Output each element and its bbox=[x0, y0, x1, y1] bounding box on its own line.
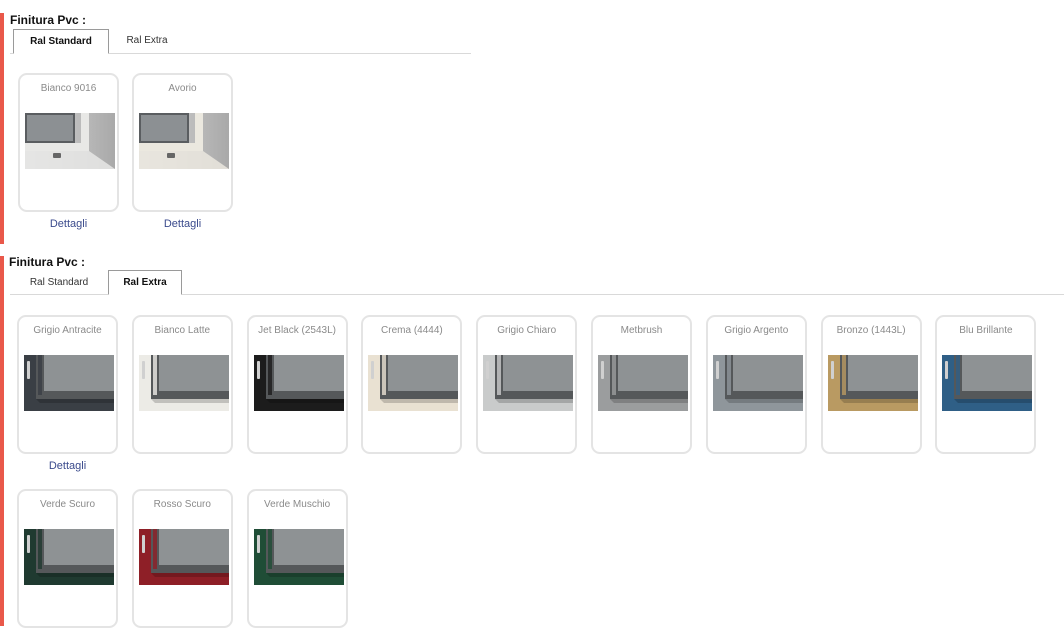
section1-tab-ral-extra[interactable]: Ral Extra bbox=[116, 29, 178, 53]
color-card-name: Verde Muschio bbox=[264, 499, 331, 510]
color-card[interactable]: Verde Muschio bbox=[246, 489, 348, 628]
section1-tab-ral-standard[interactable]: Ral Standard bbox=[13, 29, 109, 54]
color-card-name: Bianco Latte bbox=[154, 325, 211, 336]
color-card-name: Rosso Scuro bbox=[153, 499, 211, 510]
color-card-name: Jet Black (2543L) bbox=[258, 325, 336, 336]
color-card-name: Metbrush bbox=[620, 325, 663, 336]
color-card-name: Verde Scuro bbox=[39, 499, 96, 510]
window-sample-image bbox=[139, 113, 229, 169]
window-sample-image bbox=[483, 355, 574, 411]
window-sample-image bbox=[253, 355, 344, 411]
window-sample-image bbox=[942, 355, 1033, 411]
color-card[interactable]: Crema (4444) bbox=[361, 315, 463, 454]
color-card[interactable]: Jet Black (2543L) bbox=[246, 315, 348, 454]
details-link[interactable]: Dettagli bbox=[18, 218, 119, 230]
window-sample-image bbox=[24, 355, 114, 411]
color-card[interactable]: Bianco Latte bbox=[131, 315, 233, 454]
color-card[interactable]: Bronzo (1443L) bbox=[820, 315, 922, 454]
window-sample-image bbox=[712, 355, 803, 411]
color-card[interactable]: Blu Brillante bbox=[935, 315, 1037, 454]
window-sample-image bbox=[827, 355, 918, 411]
window-sample-image bbox=[253, 529, 344, 585]
color-card[interactable]: Avorio bbox=[132, 73, 233, 212]
details-link[interactable]: Dettagli bbox=[17, 460, 118, 472]
color-card[interactable]: Grigio Antracite bbox=[17, 315, 118, 454]
section2-accent-bar bbox=[0, 256, 4, 626]
section1-accent-bar bbox=[0, 13, 4, 244]
section2-tab-ral-extra[interactable]: Ral Extra bbox=[108, 270, 182, 295]
details-link[interactable]: Dettagli bbox=[132, 218, 233, 230]
color-card-name: Grigio Argento bbox=[724, 325, 789, 336]
color-card[interactable]: Metbrush bbox=[591, 315, 692, 454]
color-card-name: Crema (4444) bbox=[381, 325, 443, 336]
color-card[interactable]: Verde Scuro bbox=[17, 489, 118, 628]
color-card-name: Avorio bbox=[168, 83, 197, 94]
section1-title: Finitura Pvc : bbox=[10, 13, 87, 27]
window-sample-image bbox=[598, 355, 688, 411]
color-card[interactable]: Rosso Scuro bbox=[131, 489, 233, 628]
section2-title: Finitura Pvc : bbox=[9, 255, 86, 269]
window-sample-image bbox=[138, 355, 229, 411]
color-card-name: Blu Brillante bbox=[959, 325, 1013, 336]
section2-tab-ral-standard[interactable]: Ral Standard bbox=[14, 271, 104, 295]
color-card[interactable]: Bianco 9016 bbox=[18, 73, 119, 212]
color-card-name: Bianco 9016 bbox=[40, 83, 97, 94]
color-card[interactable]: Grigio Argento bbox=[705, 315, 807, 454]
color-card-name: Grigio Antracite bbox=[33, 325, 102, 336]
window-sample-image bbox=[368, 355, 459, 411]
color-card-name: Grigio Chiaro bbox=[497, 325, 557, 336]
window-sample-image bbox=[25, 113, 115, 169]
color-card[interactable]: Grigio Chiaro bbox=[476, 315, 578, 454]
window-sample-image bbox=[138, 529, 229, 585]
color-card-name: Bronzo (1443L) bbox=[836, 325, 906, 336]
window-sample-image bbox=[24, 529, 114, 585]
